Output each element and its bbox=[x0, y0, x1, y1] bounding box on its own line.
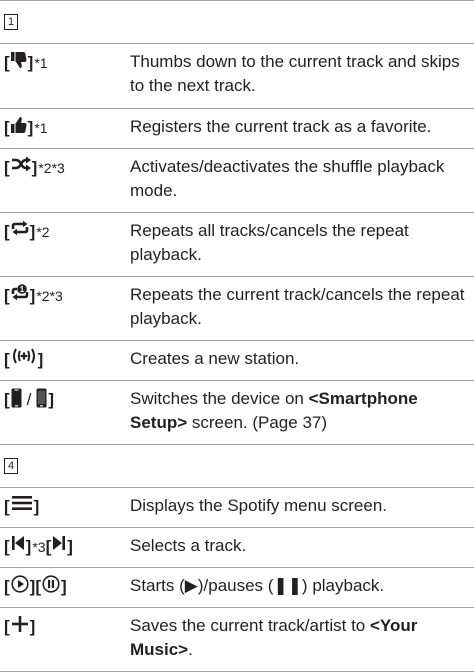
key-cell: [ ][ ] bbox=[4, 575, 67, 596]
section-number-box: 4 bbox=[4, 458, 18, 474]
key-cell: [ ] bbox=[4, 615, 36, 636]
footnote-ref: *1 bbox=[34, 120, 48, 136]
section-4: 4 [ ] Displays the Spotify menu screen. bbox=[0, 445, 474, 672]
key-cell: [ ] *1 bbox=[0, 109, 124, 148]
slash-separator: / bbox=[26, 390, 32, 409]
footnote-ref: *2*3 bbox=[38, 160, 65, 176]
manual-page: 1 [ ] *1 Thumbs down to the current trac… bbox=[0, 0, 474, 672]
footnote-ref: *1 bbox=[34, 55, 48, 71]
thumbs-down-icon bbox=[10, 51, 27, 69]
row-previous-next: [ ] *3 [ ] Selects a track. bbox=[0, 528, 474, 568]
description: Repeats the current track/cancels the re… bbox=[130, 285, 465, 328]
pause-icon bbox=[42, 575, 60, 593]
footnote-ref: *2 bbox=[36, 224, 50, 240]
description: Switches the device on <Smartphone Setup… bbox=[124, 381, 474, 444]
row-thumbs-down: [ ] *1 Thumbs down to the current track … bbox=[0, 44, 474, 109]
row-new-station: [ ] Creates a new station. bbox=[0, 341, 474, 381]
row-repeat-all: [ ] *2 Repeats all tracks/cancels the re… bbox=[0, 213, 474, 277]
key-cell: [ ] *1 bbox=[0, 44, 124, 108]
footnote-ref: *3 bbox=[32, 539, 46, 555]
key-cell: [ ] bbox=[4, 348, 44, 369]
svg-text:1: 1 bbox=[19, 285, 24, 294]
description-text: Saves the current track/artist to bbox=[130, 616, 370, 635]
repeat-all-icon bbox=[11, 220, 29, 236]
key-cell: [ ] bbox=[4, 495, 40, 516]
description: Thumbs down to the current track and ski… bbox=[130, 52, 460, 95]
section-1-header: 1 bbox=[0, 1, 474, 44]
description: Activates/deactivates the shuffle playba… bbox=[130, 157, 445, 200]
row-menu: [ ] Displays the Spotify menu screen. bbox=[0, 488, 474, 528]
description: Creates a new station. bbox=[130, 349, 300, 368]
row-shuffle: [ ] *2*3 Activates/deactivates the shuff… bbox=[0, 149, 474, 213]
row-repeat-one: [ 1 ] *2*3 Repeats the current track/can… bbox=[0, 277, 474, 341]
section-number-box: 1 bbox=[4, 14, 18, 30]
section-4-header: 4 bbox=[0, 445, 474, 488]
play-icon bbox=[11, 575, 29, 593]
add-icon bbox=[11, 615, 29, 633]
radio-station-icon bbox=[11, 348, 37, 364]
repeat-one-icon: 1 bbox=[11, 284, 29, 301]
row-add: [ ] Saves the current track/artist to <Y… bbox=[0, 608, 474, 672]
previous-track-icon bbox=[11, 535, 25, 551]
description: Displays the Spotify menu screen. bbox=[130, 496, 388, 515]
key-cell: [ ] *2 bbox=[0, 213, 124, 276]
smartphone-dark-icon bbox=[36, 388, 47, 408]
description: Registers the current track as a favorit… bbox=[130, 117, 432, 136]
description: Saves the current track/artist to <Your … bbox=[124, 608, 474, 671]
thumbs-up-icon bbox=[10, 116, 27, 134]
row-thumbs-up: [ ] *1 Registers the current track as a … bbox=[0, 109, 474, 149]
key-cell: [ 1 ] *2*3 bbox=[0, 277, 124, 340]
next-track-icon bbox=[52, 535, 66, 551]
description: Starts (▶)/pauses (❚❚) playback. bbox=[130, 576, 385, 595]
description: Repeats all tracks/cancels the repeat pl… bbox=[130, 221, 409, 264]
smartphone-icon bbox=[11, 388, 22, 408]
shuffle-icon bbox=[11, 156, 31, 172]
section-1: 1 [ ] *1 Thumbs down to the current trac… bbox=[0, 0, 474, 445]
description: Selects a track. bbox=[130, 536, 247, 555]
footnote-ref: *2*3 bbox=[36, 288, 63, 304]
row-play-pause: [ ][ ] Starts (▶)/pauses (❚❚) playback. bbox=[0, 568, 474, 608]
key-cell: [ / ] bbox=[0, 381, 124, 444]
menu-icon bbox=[11, 495, 33, 511]
row-smartphone: [ / ] Switches the device on <Smartphone… bbox=[0, 381, 474, 445]
key-cell: [ ] *3 [ ] bbox=[0, 528, 124, 567]
description-text: screen. (Page 37) bbox=[187, 413, 328, 432]
key-cell: [ ] *2*3 bbox=[0, 149, 124, 212]
description-text: Switches the device on bbox=[130, 389, 309, 408]
description-text: . bbox=[188, 640, 193, 659]
